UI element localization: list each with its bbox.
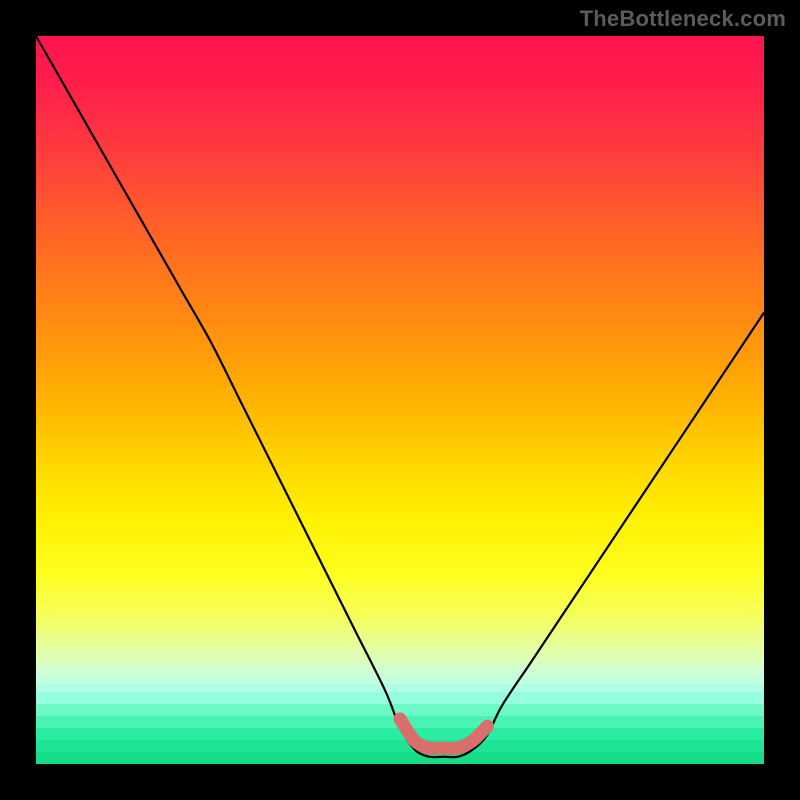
watermark-label: TheBottleneck.com [580, 6, 786, 32]
plot-area [36, 36, 764, 764]
bottleneck-curve [36, 36, 764, 757]
curve-layer [36, 36, 764, 764]
chart-frame: TheBottleneck.com [0, 0, 800, 800]
optimal-range-highlight [400, 719, 487, 749]
